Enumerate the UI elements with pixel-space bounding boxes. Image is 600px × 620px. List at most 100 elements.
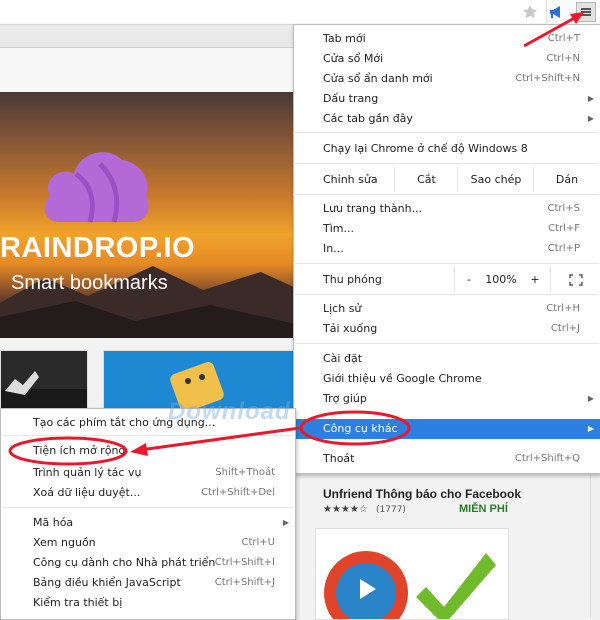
store-header bbox=[0, 48, 294, 93]
menu-item-label: Tiện ích mở rộng bbox=[33, 444, 126, 457]
shortcut-label: Ctrl+Shift+J bbox=[214, 577, 275, 588]
menu-divider bbox=[295, 163, 599, 164]
shortcut-label: Ctrl+S bbox=[547, 203, 580, 214]
paste-button[interactable]: Dán bbox=[533, 167, 600, 192]
star-icon[interactable] bbox=[520, 2, 540, 22]
zoom-level: 100% bbox=[485, 273, 517, 286]
menu-divider bbox=[2, 507, 294, 508]
submenu-item-extensions[interactable]: Tiện ích mở rộng bbox=[1, 441, 295, 461]
zoom-out-button[interactable]: - bbox=[454, 267, 483, 292]
app-card-thumbnail[interactable] bbox=[0, 350, 88, 412]
submenu-item-developer-tools[interactable]: Công cụ dành cho Nhà phát triển Ctrl+Shif… bbox=[1, 553, 295, 573]
submenu-item-encoding[interactable]: Mã hóa ▶ bbox=[1, 513, 295, 533]
menu-item-label: Dấu trang bbox=[323, 92, 379, 105]
more-tools-submenu: Tạo các phím tắt cho ứng dụng... Tiện íc… bbox=[0, 408, 296, 620]
price-label[interactable]: MIỄN PHÍ bbox=[459, 503, 508, 515]
address-bar[interactable] bbox=[0, 0, 547, 23]
fullscreen-icon[interactable] bbox=[550, 267, 600, 292]
menu-item-recent-tabs[interactable]: Các tab gần đây ▶ bbox=[294, 109, 600, 129]
chrome-menu: Tab mới Ctrl+T Cửa sổ Mới Ctrl+N Cửa sổ ẩn… bbox=[293, 24, 600, 474]
menu-item-label: Tìm... bbox=[323, 222, 354, 235]
menu-item-settings[interactable]: Cài đặt bbox=[294, 349, 600, 369]
menu-divider bbox=[295, 343, 599, 344]
menu-item-find[interactable]: Tìm... Ctrl+F bbox=[294, 219, 600, 239]
menu-item-label: Công cụ khác bbox=[323, 422, 398, 435]
copy-button[interactable]: Sao chép bbox=[457, 167, 534, 192]
cloud-logo-icon bbox=[44, 152, 149, 223]
hero-banner[interactable]: RAINDROP.IO Smart bookmarks bbox=[0, 92, 294, 338]
cut-button[interactable]: Cắt bbox=[394, 167, 458, 192]
menu-item-label: Lịch sử bbox=[323, 302, 362, 315]
menu-item-incognito-window[interactable]: Cửa sổ ẩn danh mới Ctrl+Shift+N bbox=[294, 69, 600, 89]
browser-toolbar bbox=[0, 0, 600, 25]
menu-item-label: Cửa sổ Mới bbox=[323, 52, 384, 65]
shortcut-label: Ctrl+Shift+Q bbox=[514, 453, 580, 464]
menu-item-label: Trợ giúp bbox=[323, 392, 367, 405]
menu-item-help[interactable]: Trợ giúp ▶ bbox=[294, 389, 600, 409]
menu-item-label: Mã hóa bbox=[33, 516, 74, 529]
hero-title: RAINDROP.IO bbox=[0, 232, 196, 264]
submenu-item-inspect-devices[interactable]: Kiểm tra thiết bị bbox=[1, 593, 295, 613]
menu-item-label: Tải xuống bbox=[323, 322, 378, 335]
shortcut-label: Ctrl+N bbox=[546, 53, 580, 64]
shortcut-label: Ctrl+Shift+Del bbox=[201, 487, 275, 498]
menu-item-relaunch-windows8[interactable]: Chạy lại Chrome ở chế độ Windows 8 bbox=[294, 139, 600, 159]
menu-item-new-window[interactable]: Cửa sổ Mới Ctrl+N bbox=[294, 49, 600, 69]
menu-item-label: Thoát bbox=[323, 452, 355, 465]
zoom-label: Thu phóng bbox=[323, 273, 382, 286]
submenu-item-javascript-console[interactable]: Bảng điều khiển JavaScript Ctrl+Shift+J bbox=[1, 573, 295, 593]
menu-item-about-chrome[interactable]: Giới thiệu về Google Chrome bbox=[294, 369, 600, 389]
menu-item-label: Công cụ dành cho Nhà phát triển bbox=[33, 556, 216, 569]
megaphone-icon[interactable] bbox=[546, 2, 566, 22]
menu-item-more-tools[interactable]: Công cụ khác ▶ bbox=[294, 419, 600, 439]
menu-item-label: Trình quản lý tác vụ bbox=[33, 466, 142, 479]
submenu-arrow-icon: ▶ bbox=[587, 394, 594, 403]
menu-divider bbox=[295, 263, 599, 264]
shortcut-label: Ctrl+P bbox=[547, 243, 580, 254]
menu-item-label: Giới thiệu về Google Chrome bbox=[323, 372, 482, 385]
menu-item-label: Xem nguồn bbox=[33, 536, 96, 549]
shortcut-label: Ctrl+U bbox=[241, 537, 276, 548]
submenu-item-view-source[interactable]: Xem nguồn Ctrl+U bbox=[1, 533, 295, 553]
submenu-arrow-icon: ▶ bbox=[587, 424, 594, 433]
shortcut-label: Ctrl+Shift+I bbox=[214, 557, 275, 568]
submenu-item-clear-browsing-data[interactable]: Xoá dữ liệu duyệt... Ctrl+Shift+Del bbox=[1, 483, 295, 503]
bookmarks-bar bbox=[0, 25, 294, 48]
menu-item-new-tab[interactable]: Tab mới Ctrl+T bbox=[294, 29, 600, 49]
menu-item-label: Chạy lại Chrome ở chế độ Windows 8 bbox=[323, 142, 528, 155]
watermark: Download bbox=[168, 398, 291, 425]
menu-item-label: Bảng điều khiển JavaScript bbox=[33, 576, 181, 589]
submenu-item-task-manager[interactable]: Trình quản lý tác vụ Shift+Thoát bbox=[1, 463, 295, 483]
zoom-in-button[interactable]: + bbox=[520, 267, 550, 292]
shortcut-label: Ctrl+H bbox=[546, 303, 580, 314]
hero-subtitle: Smart bookmarks bbox=[11, 272, 168, 294]
shortcut-label: Ctrl+J bbox=[550, 323, 580, 334]
menu-item-label: Xoá dữ liệu duyệt... bbox=[33, 486, 141, 499]
menu-item-exit[interactable]: Thoát Ctrl+Shift+Q bbox=[294, 449, 600, 469]
menu-divider bbox=[295, 194, 599, 195]
submenu-arrow-icon: ▶ bbox=[587, 94, 594, 103]
menu-divider bbox=[2, 435, 294, 436]
menu-divider bbox=[295, 132, 599, 133]
menu-item-downloads[interactable]: Tải xuống Ctrl+J bbox=[294, 319, 600, 339]
menu-divider bbox=[295, 294, 599, 295]
scrollbar[interactable] bbox=[590, 466, 600, 618]
rating-count: (1777) bbox=[376, 505, 406, 515]
menu-item-print[interactable]: In... Ctrl+P bbox=[294, 239, 600, 259]
menu-item-save-page[interactable]: Lưu trang thành... Ctrl+S bbox=[294, 199, 600, 219]
menu-item-bookmarks[interactable]: Dấu trang ▶ bbox=[294, 89, 600, 109]
hamburger-menu-icon[interactable] bbox=[576, 2, 596, 22]
menu-item-label: Cài đặt bbox=[323, 352, 363, 365]
rating-stars: ★★★★☆ bbox=[323, 504, 368, 515]
shortcut-label: Ctrl+F bbox=[548, 223, 580, 234]
extension-title[interactable]: Unfriend Thông báo cho Facebook bbox=[323, 487, 521, 501]
submenu-arrow-icon: ▶ bbox=[282, 518, 289, 527]
menu-item-label: Các tab gần đây bbox=[323, 112, 413, 125]
menu-item-label: Lưu trang thành... bbox=[323, 202, 423, 215]
menu-item-label: In... bbox=[323, 242, 344, 255]
extension-image[interactable] bbox=[315, 528, 509, 620]
edit-label: Chỉnh sửa bbox=[323, 173, 378, 186]
menu-item-history[interactable]: Lịch sử Ctrl+H bbox=[294, 299, 600, 319]
menu-item-label: Kiểm tra thiết bị bbox=[33, 596, 123, 609]
shortcut-label: Shift+Thoát bbox=[215, 467, 275, 478]
